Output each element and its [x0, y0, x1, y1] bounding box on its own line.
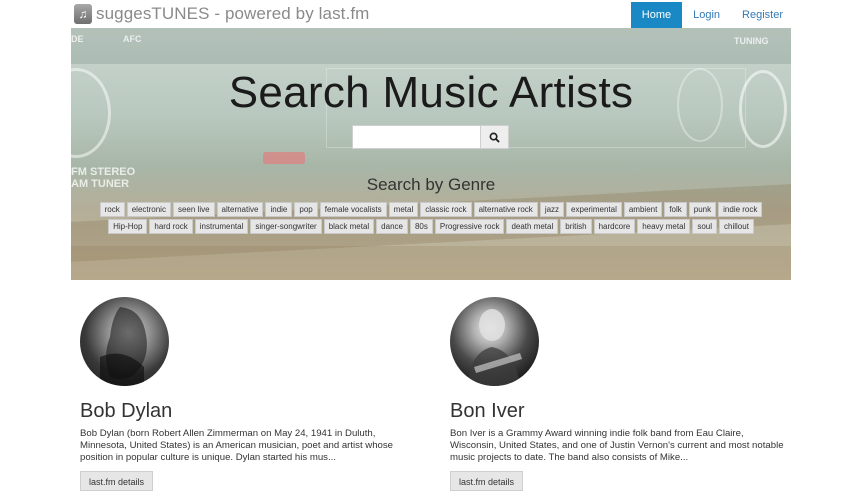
radio-button-image: [263, 152, 305, 164]
genre-heading: Search by Genre: [366, 175, 496, 194]
page-title: Search Music Artists: [228, 68, 634, 117]
music-note-icon: ♫: [74, 4, 92, 24]
genre-tag[interactable]: rock: [99, 202, 125, 217]
genre-tag[interactable]: female vocalists: [319, 202, 387, 217]
genre-tag[interactable]: classic rock: [420, 202, 472, 217]
genre-tag[interactable]: black metal: [323, 219, 375, 234]
lastfm-details-button[interactable]: last.fm details: [80, 471, 154, 491]
genre-tag[interactable]: Progressive rock: [434, 219, 505, 234]
genre-tag[interactable]: dance: [376, 219, 408, 234]
genre-tag[interactable]: alternative: [216, 202, 264, 217]
artist-bio: Bon Iver is a Grammy Award winning indie…: [450, 428, 784, 463]
decor-text: AFC: [123, 34, 142, 44]
genre-tag[interactable]: seen live: [172, 202, 215, 217]
genre-tag[interactable]: metal: [388, 202, 419, 217]
genre-tag[interactable]: electronic: [126, 202, 171, 217]
genre-row: Hip-Hop hard rock instrumental singer-songw…: [71, 219, 791, 234]
artist-name: Bon Iver: [450, 400, 525, 422]
genre-tag[interactable]: folk: [664, 202, 687, 217]
artist-photo-image: [100, 307, 147, 386]
artist-card: Bon Iver Bon Iver is a Grammy Award winn…: [450, 297, 790, 491]
artist-bio: Bob Dylan (born Robert Allen Zimmerman o…: [80, 428, 394, 463]
genre-tag[interactable]: death metal: [506, 219, 559, 234]
nav-login[interactable]: Login: [682, 2, 731, 28]
artist-photo: [450, 297, 539, 386]
genre-tag-list: rock electronic seen live alternative indie p…: [71, 202, 791, 236]
genre-tag[interactable]: british: [560, 219, 592, 234]
hero-banner: DE AFC FM STEREO AM TUNER TUNING Search …: [71, 28, 791, 280]
decor-text: TUNING: [734, 36, 769, 46]
nav-links: Home Login Register: [630, 2, 794, 28]
genre-tag[interactable]: 80s: [409, 219, 433, 234]
genre-row: rock electronic seen live alternative indie p…: [71, 202, 791, 217]
artist-photo: [80, 297, 169, 386]
search-input[interactable]: [352, 125, 481, 149]
genre-tag[interactable]: pop: [294, 202, 318, 217]
artist-name: Bob Dylan: [80, 400, 173, 422]
search-icon: [489, 132, 500, 143]
hero-background-band: [71, 28, 791, 64]
genre-tag[interactable]: ambient: [623, 202, 663, 217]
search-bar: [352, 125, 509, 149]
artist-photo-image: [468, 309, 522, 386]
genre-tag[interactable]: singer-songwriter: [250, 219, 322, 234]
genre-tag[interactable]: soul: [692, 219, 718, 234]
genre-tag[interactable]: indie rock: [718, 202, 763, 217]
genre-tag[interactable]: jazz: [539, 202, 565, 217]
genre-tag[interactable]: chillout: [719, 219, 754, 234]
genre-tag[interactable]: heavy metal: [637, 219, 691, 234]
genre-tag[interactable]: instrumental: [194, 219, 249, 234]
search-button[interactable]: [481, 125, 509, 149]
decor-text: DE: [71, 34, 84, 44]
genre-tag[interactable]: indie: [265, 202, 293, 217]
nav-home[interactable]: Home: [630, 2, 683, 28]
nav-register[interactable]: Register: [731, 2, 794, 28]
genre-tag[interactable]: Hip-Hop: [108, 219, 148, 234]
navbar: ♫ suggesTUNES - powered by last.fm Home …: [0, 0, 864, 28]
artist-card: Bob Dylan Bob Dylan (born Robert Allen Z…: [80, 297, 420, 491]
brand[interactable]: ♫ suggesTUNES - powered by last.fm: [74, 3, 369, 25]
genre-tag[interactable]: experimental: [566, 202, 622, 217]
brand-title: suggesTUNES - powered by last.fm: [96, 4, 370, 23]
lastfm-details-button[interactable]: last.fm details: [450, 471, 524, 491]
genre-tag[interactable]: hardcore: [593, 219, 636, 234]
hero-background-band: [71, 246, 791, 280]
genre-tag[interactable]: punk: [688, 202, 717, 217]
genre-tag[interactable]: alternative rock: [473, 202, 538, 217]
genre-tag[interactable]: hard rock: [149, 219, 193, 234]
